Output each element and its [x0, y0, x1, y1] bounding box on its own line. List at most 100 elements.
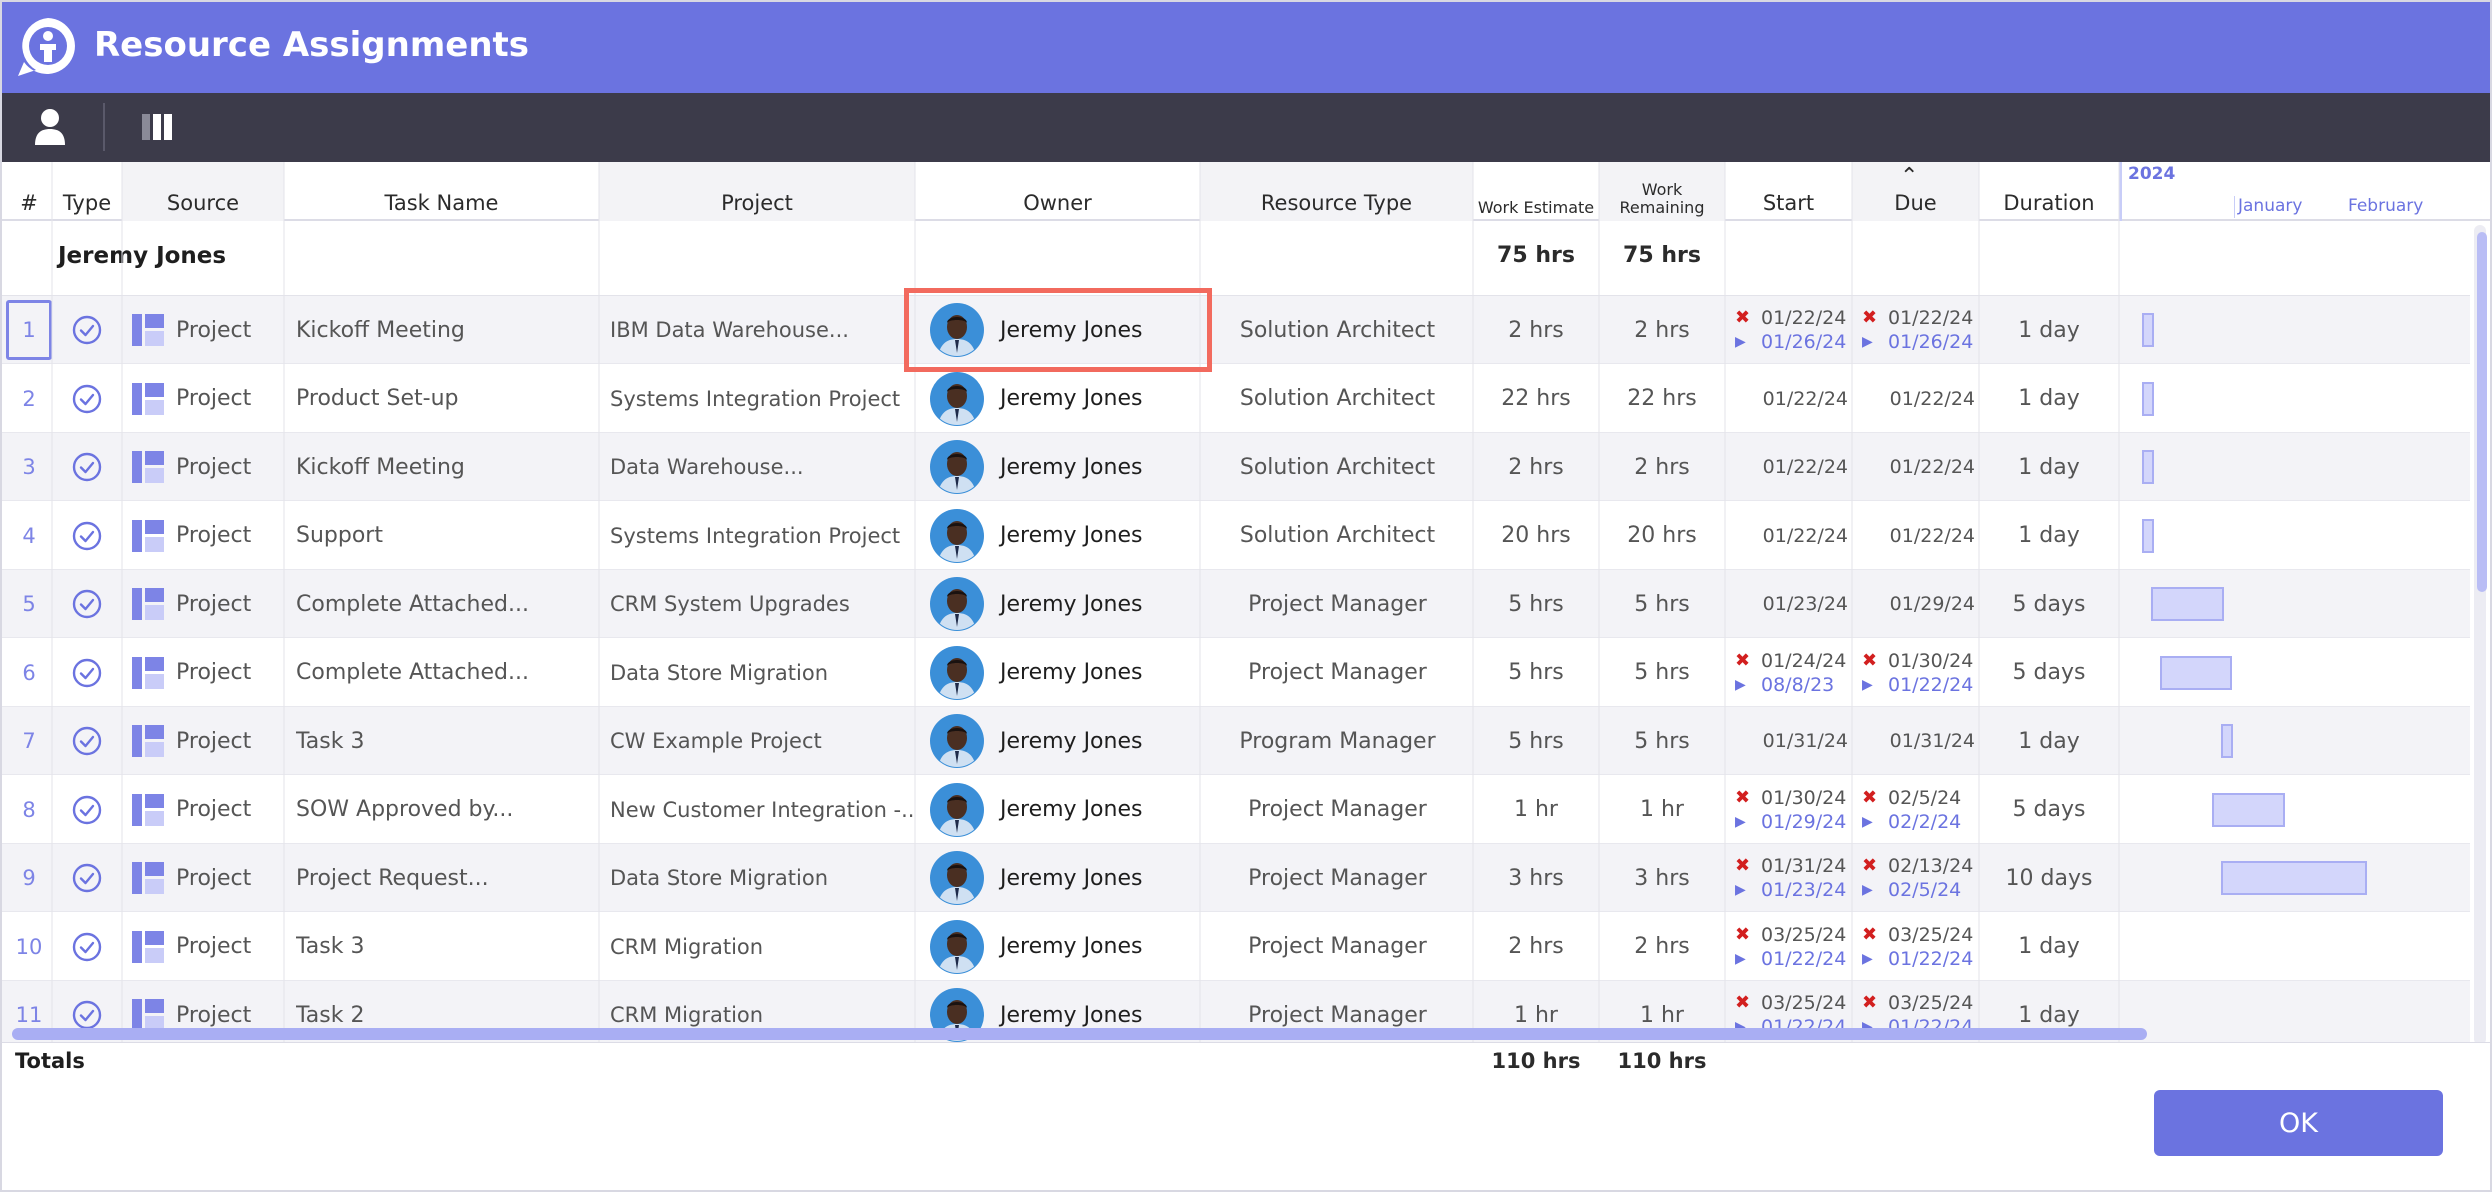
work-estimate-cell[interactable]: 3 hrs: [1473, 844, 1599, 912]
project-cell[interactable]: CRM System Upgrades: [610, 570, 915, 638]
work-remaining-cell[interactable]: 2 hrs: [1599, 433, 1725, 501]
vertical-scrollbar[interactable]: [2477, 232, 2487, 592]
row-number[interactable]: 8: [6, 776, 52, 844]
project-cell[interactable]: Data Store Migration: [610, 639, 915, 707]
project-cell[interactable]: Data Warehouse...: [610, 433, 915, 501]
col-header-work-remaining[interactable]: Work Remaining: [1599, 162, 1725, 221]
user-icon[interactable]: [32, 107, 68, 147]
start-date-cell[interactable]: ✖ 01/30/24 ▶ 01/29/24: [1725, 776, 1852, 844]
project-cell[interactable]: Systems Integration Project: [610, 502, 915, 570]
work-remaining-cell[interactable]: 5 hrs: [1599, 707, 1725, 775]
col-header-duration[interactable]: Duration: [1979, 162, 2119, 221]
gantt-bar[interactable]: [2150, 587, 2224, 621]
status-check-icon[interactable]: [52, 776, 122, 844]
work-estimate-cell[interactable]: 5 hrs: [1473, 639, 1599, 707]
table-row[interactable]: 4 Project Support Systems Integration Proje…: [0, 501, 2470, 570]
table-row[interactable]: 6 Project Complete Attached... Data Store M…: [0, 638, 2470, 707]
col-header-num[interactable]: #: [6, 162, 52, 221]
table-row[interactable]: 9 Project Project Request... Data Store Mig…: [0, 844, 2470, 912]
task-name-cell[interactable]: Task 3: [296, 707, 596, 775]
work-remaining-cell[interactable]: 20 hrs: [1599, 502, 1725, 570]
row-number[interactable]: 7: [6, 707, 52, 775]
row-number[interactable]: 6: [6, 639, 52, 707]
due-date-cell[interactable]: ✖ 03/25/24 ▶ 01/22/24: [1852, 913, 1979, 981]
col-header-project[interactable]: Project: [599, 162, 915, 221]
col-header-type[interactable]: Type: [52, 162, 122, 221]
task-name-cell[interactable]: Complete Attached...: [296, 570, 596, 638]
due-date-cell[interactable]: 01/22/24: [1852, 433, 1979, 501]
due-date-cell[interactable]: ✖ 01/30/24 ▶ 01/22/24: [1852, 639, 1979, 707]
work-estimate-cell[interactable]: 2 hrs: [1473, 913, 1599, 981]
gantt-bar[interactable]: [2221, 861, 2367, 895]
gantt-bar[interactable]: [2142, 381, 2154, 416]
work-estimate-cell[interactable]: 5 hrs: [1473, 707, 1599, 775]
start-date-cell[interactable]: 01/22/24: [1725, 365, 1852, 433]
due-date-cell[interactable]: 01/31/24: [1852, 707, 1979, 775]
work-remaining-cell[interactable]: 22 hrs: [1599, 365, 1725, 433]
source-cell[interactable]: Project: [130, 639, 285, 707]
task-name-cell[interactable]: Project Request...: [296, 844, 596, 912]
status-check-icon[interactable]: [52, 639, 122, 707]
group-row[interactable]: Jeremy Jones 75 hrs 75 hrs: [0, 223, 2470, 296]
resource-type-cell[interactable]: Solution Architect: [1205, 502, 1470, 570]
col-header-source[interactable]: Source: [122, 162, 284, 221]
status-check-icon[interactable]: [52, 433, 122, 501]
start-date-cell[interactable]: 01/23/24: [1725, 570, 1852, 638]
source-cell[interactable]: Project: [130, 844, 285, 912]
source-cell[interactable]: Project: [130, 433, 285, 501]
due-date-cell[interactable]: 01/29/24: [1852, 570, 1979, 638]
ok-button[interactable]: OK: [2154, 1090, 2443, 1156]
start-date-cell[interactable]: 01/31/24: [1725, 707, 1852, 775]
table-row[interactable]: 10 Project Task 3 CRM Migration Jeremy Jones…: [0, 912, 2470, 981]
work-remaining-cell[interactable]: 5 hrs: [1599, 639, 1725, 707]
sort-ascending-icon[interactable]: ⌃: [1900, 164, 1918, 189]
start-date-cell[interactable]: 01/22/24: [1725, 433, 1852, 501]
owner-cell[interactable]: Jeremy Jones: [930, 913, 1200, 981]
source-cell[interactable]: Project: [130, 707, 285, 775]
owner-cell[interactable]: Jeremy Jones: [930, 502, 1200, 570]
gantt-bar[interactable]: [2221, 724, 2234, 758]
work-estimate-cell[interactable]: 2 hrs: [1473, 433, 1599, 501]
status-check-icon[interactable]: [52, 502, 122, 570]
col-header-task[interactable]: Task Name: [284, 162, 599, 221]
due-date-cell[interactable]: ✖ 02/13/24 ▶ 02/5/24: [1852, 844, 1979, 912]
row-number[interactable]: 1: [6, 300, 52, 360]
status-check-icon[interactable]: [52, 707, 122, 775]
project-cell[interactable]: Data Store Migration: [610, 844, 915, 912]
duration-cell[interactable]: 5 days: [1979, 570, 2119, 638]
row-number[interactable]: 5: [6, 570, 52, 638]
table-row[interactable]: 5 Project Complete Attached... CRM System U…: [0, 570, 2470, 638]
status-check-icon[interactable]: [52, 365, 122, 433]
project-cell[interactable]: CRM Migration: [610, 913, 915, 981]
resource-type-cell[interactable]: Project Manager: [1205, 913, 1470, 981]
work-estimate-cell[interactable]: 20 hrs: [1473, 502, 1599, 570]
resource-type-cell[interactable]: Program Manager: [1205, 707, 1470, 775]
work-estimate-cell[interactable]: 5 hrs: [1473, 570, 1599, 638]
source-cell[interactable]: Project: [130, 913, 285, 981]
resource-type-cell[interactable]: Project Manager: [1205, 844, 1470, 912]
due-date-cell[interactable]: ✖ 01/22/24 ▶ 01/26/24: [1852, 296, 1979, 364]
row-number[interactable]: 10: [6, 913, 52, 981]
owner-cell[interactable]: Jeremy Jones: [930, 639, 1200, 707]
duration-cell[interactable]: 5 days: [1979, 639, 2119, 707]
table-row[interactable]: 2 Project Product Set-up Systems Integratio…: [0, 364, 2470, 433]
horizontal-scrollbar[interactable]: [12, 1028, 2147, 1040]
task-name-cell[interactable]: Kickoff Meeting: [296, 433, 596, 501]
table-row[interactable]: 8 Project SOW Approved by... New Customer I…: [0, 775, 2470, 844]
duration-cell[interactable]: 1 day: [1979, 365, 2119, 433]
project-cell[interactable]: CW Example Project: [610, 707, 915, 775]
work-remaining-cell[interactable]: 1 hr: [1599, 776, 1725, 844]
task-name-cell[interactable]: Support: [296, 502, 596, 570]
gantt-bar[interactable]: [2142, 450, 2154, 484]
row-number[interactable]: 3: [6, 433, 52, 501]
duration-cell[interactable]: 1 day: [1979, 913, 2119, 981]
start-date-cell[interactable]: 01/22/24: [1725, 502, 1852, 570]
resource-type-cell[interactable]: Project Manager: [1205, 570, 1470, 638]
task-name-cell[interactable]: Task 3: [296, 913, 596, 981]
source-cell[interactable]: Project: [130, 776, 285, 844]
work-estimate-cell[interactable]: 2 hrs: [1473, 296, 1599, 364]
owner-cell[interactable]: Jeremy Jones: [930, 365, 1200, 433]
due-date-cell[interactable]: ✖ 02/5/24 ▶ 02/2/24: [1852, 776, 1979, 844]
table-row[interactable]: 3 Project Kickoff Meeting Data Warehouse...…: [0, 433, 2470, 501]
table-row[interactable]: 1 Project Kickoff Meeting IBM Data Warehous…: [0, 296, 2470, 364]
